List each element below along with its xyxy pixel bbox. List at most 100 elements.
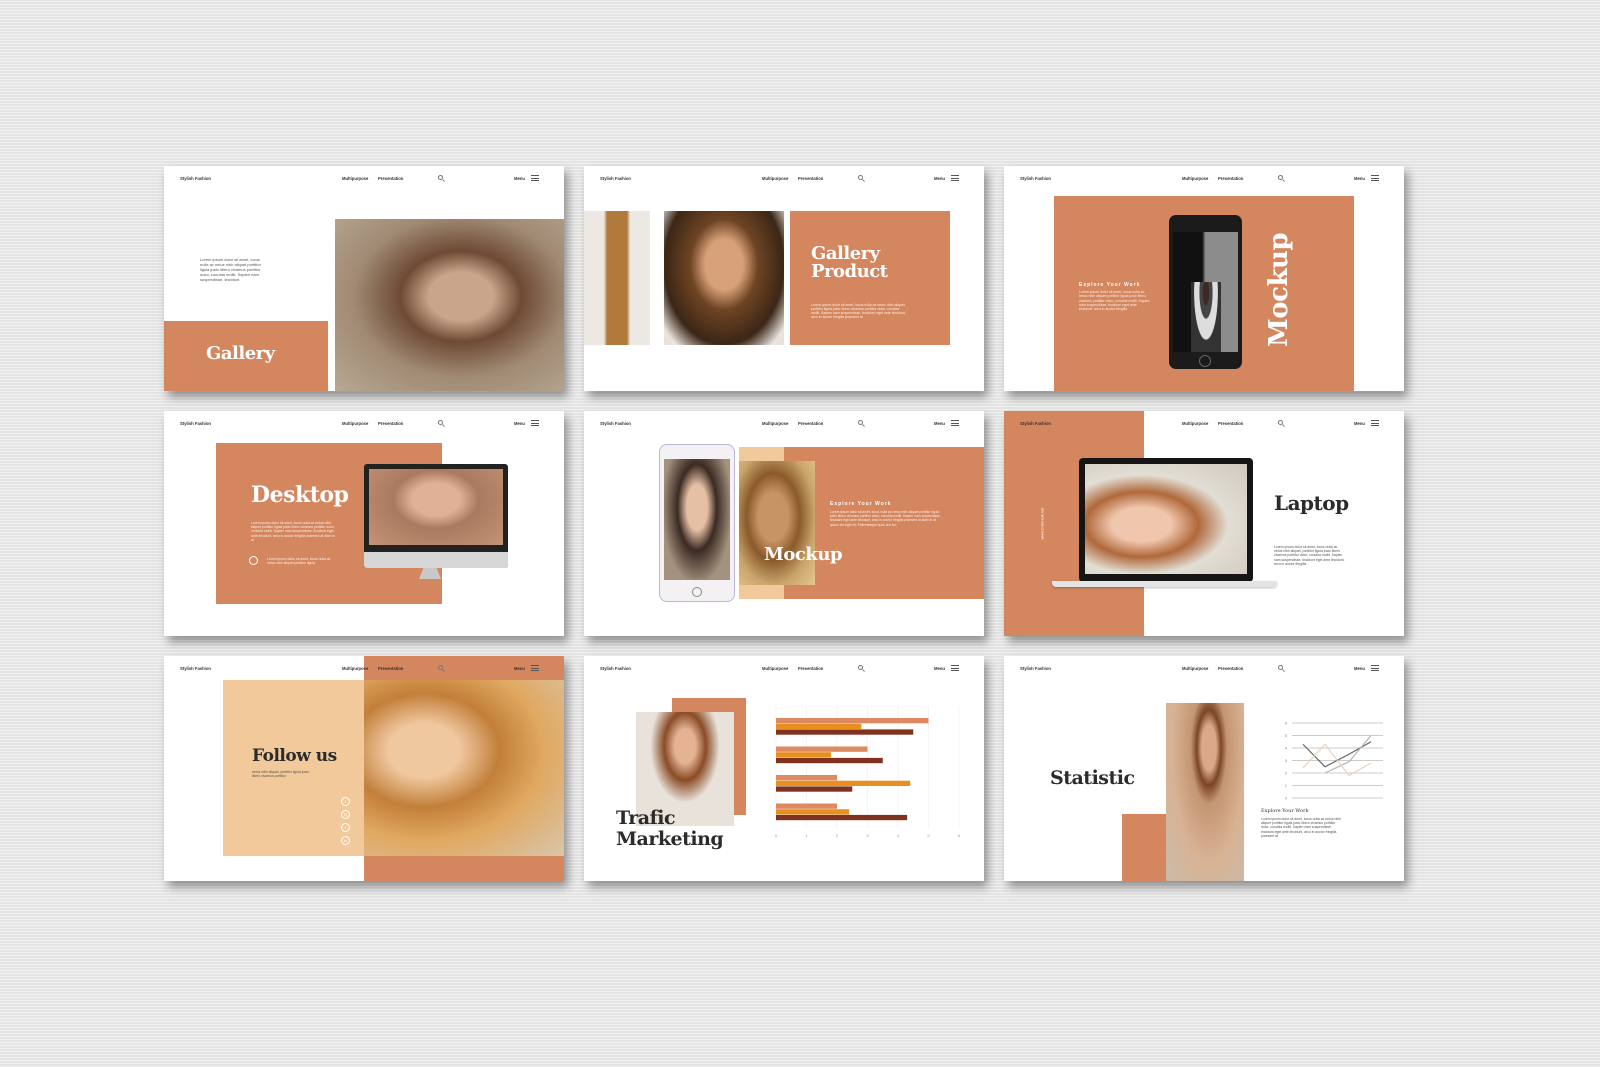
- nav-presentation[interactable]: Presentation: [378, 666, 403, 671]
- hamburger-icon[interactable]: [1371, 665, 1379, 671]
- nav-multipurpose[interactable]: Multipurpose: [1182, 176, 1208, 181]
- menu-label[interactable]: Menu: [1354, 421, 1365, 426]
- y-tick-label: 2: [1285, 771, 1288, 776]
- menu-label[interactable]: Menu: [514, 176, 525, 181]
- slide-mockup-split[interactable]: Mockup Explore Your Work Lorem ipsum dol…: [584, 411, 984, 636]
- nav-multipurpose[interactable]: Multipurpose: [342, 176, 368, 181]
- nav-multipurpose[interactable]: Multipurpose: [762, 421, 788, 426]
- menu-label[interactable]: Menu: [514, 421, 525, 426]
- y-tick-label: 0: [1285, 796, 1288, 801]
- laptop-screen-photo: [1085, 464, 1247, 574]
- bar: [776, 803, 837, 809]
- bar: [776, 757, 883, 764]
- nav-presentation[interactable]: Presentation: [1218, 666, 1243, 671]
- mockup-split-photo: [739, 461, 815, 585]
- product-title-line2: Product: [811, 261, 888, 282]
- menu-label[interactable]: Menu: [934, 666, 945, 671]
- hamburger-icon[interactable]: [951, 665, 959, 671]
- brand-label[interactable]: Stylish Fashion: [600, 666, 631, 671]
- facebook-icon[interactable]: f: [341, 797, 350, 806]
- search-icon[interactable]: [438, 665, 443, 670]
- slide-follow-us[interactable]: Follow us netus nibh aliquet, porttitor …: [164, 656, 564, 881]
- brand-label[interactable]: Stylish Fashion: [180, 421, 211, 426]
- slide-laptop[interactable]: www.Colorsuk.net Laptop Lorem ipsum dolo…: [1004, 411, 1404, 636]
- menu-label[interactable]: Menu: [934, 421, 945, 426]
- search-icon[interactable]: [1278, 665, 1283, 670]
- nav-presentation[interactable]: Presentation: [378, 176, 403, 181]
- phone-mockup: [1169, 215, 1242, 369]
- nav-presentation[interactable]: Presentation: [798, 176, 823, 181]
- globe-icon: [249, 556, 258, 565]
- nav-multipurpose[interactable]: Multipurpose: [342, 666, 368, 671]
- nav-multipurpose[interactable]: Multipurpose: [762, 176, 788, 181]
- linkedin-icon[interactable]: in: [341, 836, 350, 845]
- x-tick-label: 2: [836, 833, 839, 838]
- laptop-mockup: [1079, 458, 1253, 582]
- y-tick-label: 6: [1285, 721, 1288, 726]
- brand-label[interactable]: Stylish Fashion: [180, 666, 211, 671]
- nav-presentation[interactable]: Presentation: [798, 666, 823, 671]
- twitter-icon[interactable]: t: [341, 823, 350, 832]
- slide-statistic[interactable]: Statistic 6 5 4 3 2 1 0 Explore Your Work Lore…: [1004, 656, 1404, 881]
- mockup-split-title: Mockup: [764, 544, 843, 565]
- brand-label[interactable]: Stylish Fashion: [180, 176, 211, 181]
- follow-body: netus nibh aliquet, porttitor ligula jus…: [252, 770, 309, 779]
- bar: [776, 746, 868, 752]
- hamburger-icon[interactable]: [1371, 175, 1379, 181]
- mockup-subtitle: Explore Your Work: [1079, 282, 1141, 288]
- brand-label[interactable]: Stylish Fashion: [1020, 176, 1051, 181]
- statistic-photo: [1166, 703, 1244, 881]
- nav-multipurpose[interactable]: Multipurpose: [762, 666, 788, 671]
- slide-mockup-phone[interactable]: Mockup Explore Your Work Lorem ipsum dol…: [1004, 166, 1404, 391]
- product-body: Lorem ipsum dolor sit amet, locus nulla …: [811, 303, 906, 319]
- slide-desktop[interactable]: Desktop Lorem ipsum dolor sit amet, locu…: [164, 411, 564, 636]
- brand-label[interactable]: Stylish Fashion: [600, 421, 631, 426]
- desktop-title: Desktop: [251, 482, 349, 508]
- hamburger-icon[interactable]: [951, 175, 959, 181]
- hamburger-icon[interactable]: [531, 420, 539, 426]
- search-icon[interactable]: [1278, 420, 1283, 425]
- search-icon[interactable]: [858, 420, 863, 425]
- x-tick-label: 6: [958, 833, 961, 838]
- nav-multipurpose[interactable]: Multipurpose: [1182, 666, 1208, 671]
- bar: [776, 786, 853, 792]
- mockup-vertical-title: Mockup: [1264, 232, 1294, 347]
- brand-label[interactable]: Stylish Fashion: [1020, 666, 1051, 671]
- search-icon[interactable]: [858, 175, 863, 180]
- x-tick-label: 0: [775, 833, 778, 838]
- statistic-subtitle: Explore Your Work: [1261, 808, 1309, 814]
- menu-label[interactable]: Menu: [1354, 666, 1365, 671]
- nav-presentation[interactable]: Presentation: [798, 421, 823, 426]
- slide-traffic-marketing[interactable]: Trafic Marketing 0 1 2 3 4 5 6 Stylish Fashion…: [584, 656, 984, 881]
- menu-label[interactable]: Menu: [1354, 176, 1365, 181]
- traffic-bar-chart: 0 1 2 3 4 5 6: [775, 706, 961, 838]
- product-photo-1: [584, 211, 650, 345]
- nav-multipurpose[interactable]: Multipurpose: [1182, 421, 1208, 426]
- nav-presentation[interactable]: Presentation: [1218, 176, 1243, 181]
- search-icon[interactable]: [1278, 175, 1283, 180]
- nav-presentation[interactable]: Presentation: [378, 421, 403, 426]
- search-icon[interactable]: [858, 665, 863, 670]
- statistic-orange-block: [1122, 814, 1166, 881]
- desktop-screen-photo: [369, 469, 503, 545]
- slide-gallery-product[interactable]: Gallery Product Lorem ipsum dolor sit am…: [584, 166, 984, 391]
- search-icon[interactable]: [438, 420, 443, 425]
- slide-gallery[interactable]: Gallery Lorem ipsum dolor sit amet, locu…: [164, 166, 564, 391]
- nav-multipurpose[interactable]: Multipurpose: [342, 421, 368, 426]
- bar: [776, 780, 911, 786]
- nav-presentation[interactable]: Presentation: [1218, 421, 1243, 426]
- y-tick-label: 4: [1285, 746, 1288, 751]
- hamburger-icon[interactable]: [1371, 420, 1379, 426]
- menu-label[interactable]: Menu: [934, 176, 945, 181]
- instagram-icon[interactable]: ◎: [341, 810, 350, 819]
- bar: [776, 775, 837, 781]
- brand-label[interactable]: Stylish Fashion: [1020, 421, 1051, 426]
- brand-label[interactable]: Stylish Fashion: [600, 176, 631, 181]
- menu-label[interactable]: Menu: [514, 666, 525, 671]
- hamburger-icon[interactable]: [531, 175, 539, 181]
- hamburger-icon[interactable]: [531, 665, 539, 671]
- phone-mockup-white: [659, 444, 735, 602]
- search-icon[interactable]: [438, 175, 443, 180]
- bar: [776, 718, 929, 724]
- hamburger-icon[interactable]: [951, 420, 959, 426]
